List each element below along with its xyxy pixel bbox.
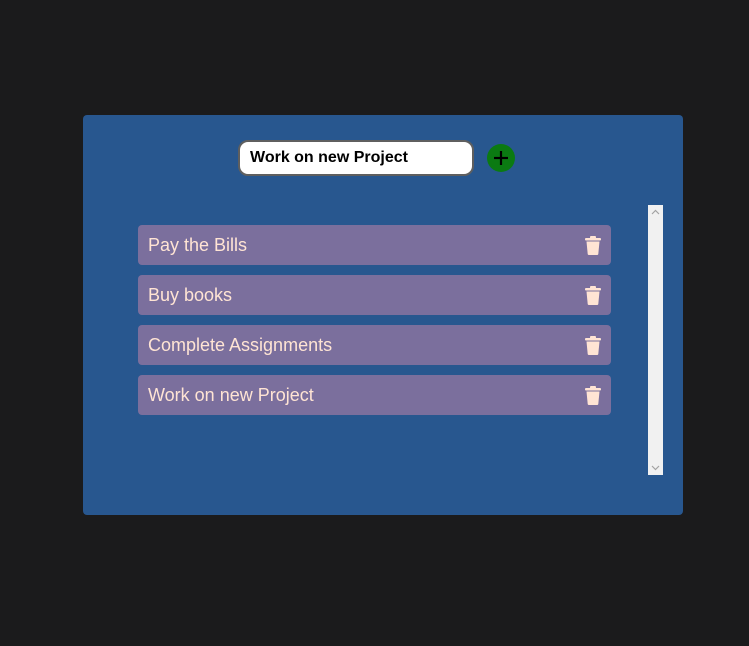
- scrollbar[interactable]: [648, 205, 663, 475]
- task-item: Buy books: [138, 275, 611, 315]
- input-row: [238, 140, 515, 176]
- scroll-down-icon[interactable]: [648, 461, 663, 475]
- task-label: Buy books: [148, 284, 233, 305]
- task-label: Complete Assignments: [148, 334, 333, 355]
- task-item: Complete Assignments: [138, 325, 611, 365]
- task-label: Work on new Project: [148, 384, 314, 405]
- trash-icon[interactable]: [585, 335, 601, 355]
- task-item: Work on new Project: [138, 375, 611, 415]
- plus-icon: [494, 151, 508, 165]
- trash-icon[interactable]: [585, 235, 601, 255]
- task-item: Pay the Bills: [138, 225, 611, 265]
- scroll-up-icon[interactable]: [648, 205, 663, 219]
- task-input[interactable]: [238, 140, 474, 176]
- trash-icon[interactable]: [585, 285, 601, 305]
- add-task-button[interactable]: [487, 144, 515, 172]
- task-label: Pay the Bills: [148, 234, 248, 255]
- todo-card: Pay the Bills Buy books Complete Assig: [83, 115, 683, 515]
- trash-icon[interactable]: [585, 385, 601, 405]
- task-list: Pay the Bills Buy books Complete Assignm…: [138, 225, 611, 425]
